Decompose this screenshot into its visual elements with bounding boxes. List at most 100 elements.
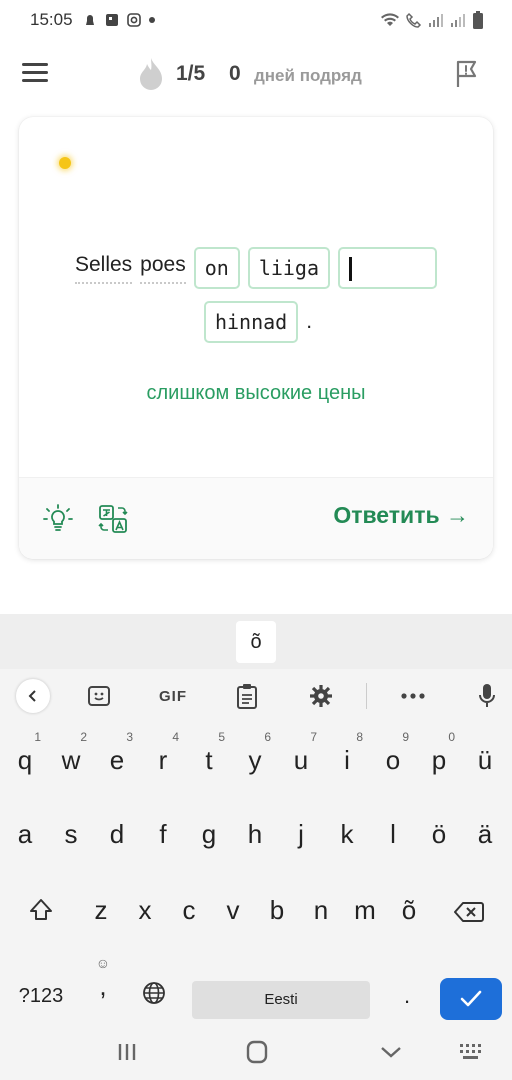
key-t[interactable]: 5t bbox=[186, 727, 232, 785]
answer-button[interactable]: Ответить → bbox=[333, 502, 469, 529]
soft-keyboard: õ GIF 1q 2w 3e 4r 5t 6y 7u 8 i 9 o 0 p ü… bbox=[0, 614, 512, 1022]
space-key[interactable]: Eesti bbox=[192, 981, 370, 1019]
more-notifications-dot-icon bbox=[148, 17, 155, 23]
key-a-umlaut[interactable]: ä bbox=[462, 801, 508, 859]
shift-key[interactable] bbox=[18, 877, 64, 935]
streak-count: 0 bbox=[229, 62, 241, 85]
chevron-down-icon[interactable] bbox=[378, 1040, 404, 1064]
progress-counter: 1/5 bbox=[176, 62, 206, 85]
key-l[interactable]: l bbox=[370, 801, 416, 859]
signal-icon-1 bbox=[429, 14, 443, 27]
key-k[interactable]: k bbox=[324, 801, 370, 859]
period-key[interactable]: . bbox=[384, 963, 430, 1021]
answer-input[interactable] bbox=[338, 247, 438, 289]
app-notification-icon bbox=[105, 14, 118, 26]
call-icon bbox=[406, 12, 422, 28]
status-time: 15:05 bbox=[30, 10, 73, 29]
menu-button[interactable] bbox=[22, 63, 48, 85]
app-bar: 1/5 0 дней подряд bbox=[0, 45, 512, 105]
recent-apps-icon[interactable] bbox=[114, 1040, 140, 1064]
key-u[interactable]: 7u bbox=[278, 727, 324, 785]
card-footer: Ответить → bbox=[19, 477, 493, 559]
gif-label: GIF bbox=[159, 687, 187, 705]
toolbar-divider bbox=[366, 683, 367, 709]
key-b[interactable]: b bbox=[254, 877, 300, 935]
streak-label: дней подряд bbox=[254, 66, 362, 85]
key-j[interactable]: j bbox=[278, 801, 324, 859]
key-i[interactable]: 8i bbox=[324, 727, 370, 785]
settings-button[interactable] bbox=[306, 681, 336, 711]
report-flag-icon[interactable] bbox=[454, 59, 480, 89]
backspace-key[interactable] bbox=[446, 877, 492, 935]
notification-icon bbox=[85, 15, 94, 25]
more-horizontal-icon bbox=[401, 693, 425, 699]
key-r[interactable]: 4r bbox=[140, 727, 186, 785]
sentence-row-1: Selles poes on liiga bbox=[19, 247, 493, 289]
key-s[interactable]: s bbox=[48, 801, 94, 859]
sentence-row-2: hinnad . bbox=[19, 301, 493, 343]
key-f[interactable]: f bbox=[140, 801, 186, 859]
chevron-left-icon bbox=[28, 690, 36, 702]
translate-icon[interactable] bbox=[98, 504, 128, 534]
sentence-word[interactable]: Selles bbox=[74, 252, 133, 284]
key-y[interactable]: 6y bbox=[232, 727, 278, 785]
sentence-period: . bbox=[306, 310, 313, 333]
suggestion-strip: õ bbox=[0, 614, 512, 669]
gear-icon bbox=[310, 685, 332, 707]
key-c[interactable]: c bbox=[166, 877, 212, 935]
word-chip: on bbox=[193, 247, 240, 289]
microphone-icon bbox=[479, 684, 495, 707]
key-q[interactable]: 1q bbox=[2, 727, 48, 785]
key-v[interactable]: v bbox=[210, 877, 256, 935]
clipboard-icon bbox=[237, 684, 257, 709]
suggestion-key[interactable]: õ bbox=[236, 621, 276, 663]
lightbulb-hint-icon[interactable] bbox=[43, 504, 73, 534]
text-cursor bbox=[349, 257, 353, 281]
key-p[interactable]: 0p bbox=[416, 727, 462, 785]
key-n[interactable]: n bbox=[298, 877, 344, 935]
key-e[interactable]: 3e bbox=[94, 727, 140, 785]
word-chip: hinnad bbox=[203, 301, 299, 343]
more-options-button[interactable] bbox=[398, 681, 428, 711]
system-nav-bar bbox=[0, 1022, 512, 1080]
battery-icon bbox=[473, 11, 483, 29]
key-u-umlaut[interactable]: ü bbox=[462, 727, 508, 785]
key-h[interactable]: h bbox=[232, 801, 278, 859]
status-bar: 15:05 bbox=[0, 0, 512, 40]
key-w[interactable]: 2w bbox=[48, 727, 94, 785]
language-key[interactable] bbox=[130, 963, 176, 1021]
home-icon[interactable] bbox=[244, 1040, 270, 1064]
instagram-icon bbox=[126, 13, 141, 27]
enter-key[interactable] bbox=[440, 978, 502, 1020]
comma-emoji-key[interactable]: ☺ , bbox=[80, 953, 126, 1011]
checkmark-icon bbox=[460, 990, 482, 1007]
flame-streak-icon bbox=[140, 58, 162, 90]
sticker-icon bbox=[88, 686, 110, 706]
key-x[interactable]: x bbox=[122, 877, 168, 935]
key-grid: 1q 2w 3e 4r 5t 6y 7u 8i 9o 0p ü a s d f … bbox=[0, 723, 512, 1022]
key-d[interactable]: d bbox=[94, 801, 140, 859]
exercise-card: Selles poes on liiga hinnad . слишком вы… bbox=[19, 117, 493, 559]
signal-icon-2 bbox=[451, 14, 465, 27]
globe-icon bbox=[143, 982, 165, 1004]
keyboard-toolbar: GIF bbox=[0, 669, 512, 723]
backspace-icon bbox=[454, 902, 484, 922]
keyboard-switch-icon[interactable] bbox=[458, 1040, 484, 1064]
sticker-button[interactable] bbox=[84, 681, 114, 711]
shift-arrow-icon bbox=[30, 899, 52, 920]
key-z[interactable]: z bbox=[78, 877, 124, 935]
key-m[interactable]: m bbox=[342, 877, 388, 935]
sentence-word[interactable]: poes bbox=[140, 252, 186, 284]
translation-hint: слишком высокие цены bbox=[146, 382, 366, 404]
key-g[interactable]: g bbox=[186, 801, 232, 859]
key-o[interactable]: 9o bbox=[370, 727, 416, 785]
key-o-tilde[interactable]: õ bbox=[386, 877, 432, 935]
key-o-umlaut[interactable]: ö bbox=[416, 801, 462, 859]
voice-input-button[interactable] bbox=[472, 681, 502, 711]
toolbar-back-button[interactable] bbox=[16, 679, 50, 713]
symbols-key[interactable]: ?123 bbox=[6, 963, 76, 1021]
clipboard-button[interactable] bbox=[232, 681, 262, 711]
gif-button[interactable]: GIF bbox=[150, 681, 196, 711]
hamburger-menu-icon bbox=[22, 63, 48, 82]
key-a[interactable]: a bbox=[2, 801, 48, 859]
